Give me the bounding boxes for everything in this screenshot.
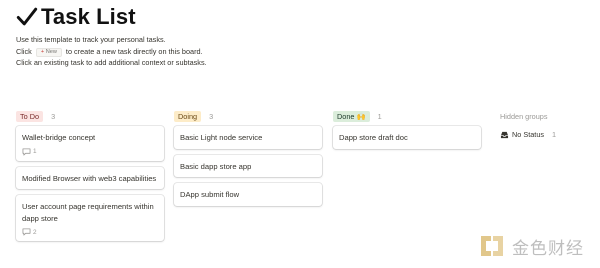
inbox-icon (500, 131, 509, 138)
task-title: Modified Browser with web3 capabilities (22, 173, 157, 183)
title-row: Task List (16, 4, 590, 29)
column-header-to-do[interactable]: To Do 3 (16, 110, 164, 123)
description-line-2-prefix: Click (16, 46, 32, 56)
column-to-do: To Do 3 Wallet-bridge concept 1 Modified… (16, 110, 164, 247)
page-title: Task List (41, 4, 136, 29)
task-card[interactable]: Dapp store draft doc (333, 126, 481, 149)
task-card[interactable]: Basic dapp store app (174, 154, 322, 177)
hidden-group-label: No Status (512, 130, 545, 139)
comment-icon (22, 147, 31, 156)
column-count: 1 (377, 112, 382, 121)
hidden-group-count: 1 (552, 130, 557, 139)
task-title: DApp submit flow (180, 190, 240, 199)
description-line-2-suffix: to create a new task directly on this bo… (65, 46, 203, 56)
task-card[interactable]: Wallet-bridge concept 1 (16, 126, 164, 161)
hidden-groups-label: Hidden groups (500, 112, 548, 121)
page-header: Task List Use this template to track you… (16, 4, 590, 69)
comment-icon (22, 228, 31, 236)
task-card[interactable]: Basic Light node service (174, 126, 322, 149)
column-count: 3 (51, 112, 56, 121)
checkmark-icon (16, 7, 38, 26)
hidden-group-no-status[interactable]: No Status 1 (500, 130, 600, 139)
status-pill-to-do: To Do (16, 111, 44, 122)
task-card[interactable]: User account page requirements within da… (16, 195, 164, 241)
new-chip-label: New (45, 48, 57, 55)
task-title: Wallet-bridge concept (22, 133, 96, 142)
hidden-groups: Hidden groups No Status 1 (500, 110, 600, 139)
status-pill-done: Done 🙌 (333, 111, 370, 122)
page-description: Use this template to track your personal… (16, 34, 590, 69)
task-card[interactable]: DApp submit flow (174, 183, 322, 206)
watermark-logo-icon (481, 236, 503, 256)
column-done: Done 🙌 1 Dapp store draft doc (333, 110, 481, 155)
column-doing: Doing 3 Basic Light node service Basic d… (174, 110, 322, 212)
comment-count: 2 (22, 228, 158, 236)
task-title: Basic Light node service (180, 133, 263, 142)
description-line-1: Use this template to track your personal… (16, 35, 166, 44)
status-pill-doing: Doing (174, 111, 202, 122)
task-title: User account page requirements within da… (22, 202, 154, 223)
comment-count: 1 (22, 147, 158, 156)
new-chip: + New (35, 47, 62, 57)
watermark: 金色财经 (478, 233, 584, 259)
comment-count-value: 1 (33, 148, 37, 155)
task-title: Basic dapp store app (180, 161, 252, 171)
task-title: Dapp store draft doc (339, 133, 408, 142)
column-header-doing[interactable]: Doing 3 (174, 110, 322, 123)
column-count: 3 (209, 112, 214, 121)
task-card[interactable]: Modified Browser with web3 capabilities (16, 166, 164, 189)
watermark-text: 金色财经 (512, 238, 584, 259)
comment-count-value: 2 (33, 228, 37, 236)
plus-icon: + (40, 48, 45, 55)
column-header-done[interactable]: Done 🙌 1 (333, 110, 481, 123)
description-line-3: Click an existing task to add additional… (16, 58, 207, 68)
description-line-2: Click + New to create a new task directl… (16, 46, 590, 58)
